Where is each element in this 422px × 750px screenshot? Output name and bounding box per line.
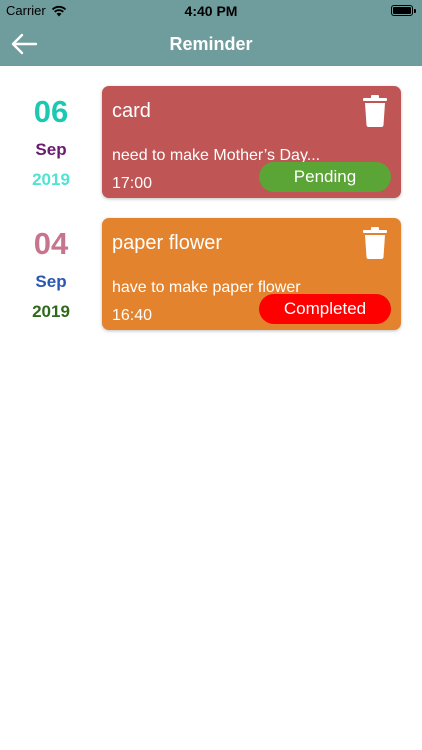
- reminder-title: card: [112, 100, 151, 122]
- status-badge[interactable]: Pending: [259, 162, 391, 192]
- reminder-row: 04 Sep 2019 paper flower have to make pa…: [0, 218, 422, 330]
- reminder-time: 17:00: [112, 175, 153, 192]
- battery-icon: [391, 5, 416, 16]
- reminder-title: paper flower: [112, 232, 223, 254]
- status-time: 4:40 PM: [184, 3, 238, 19]
- status-bar: Carrier 4:40 PM: [0, 0, 422, 22]
- reminder-time: 16:40: [112, 307, 153, 324]
- reminder-row: 06 Sep 2019 card need to make Mother’s D…: [0, 86, 422, 198]
- nav-bar: Reminder: [0, 22, 422, 66]
- date-year: 2019: [32, 170, 70, 189]
- page-title: Reminder: [169, 34, 253, 54]
- reminder-card[interactable]: card need to make Mother’s Day... 17:00 …: [102, 86, 401, 198]
- date-year: 2019: [32, 302, 70, 321]
- date-month: Sep: [35, 140, 67, 159]
- date-day: 06: [33, 94, 69, 129]
- date-day: 04: [33, 226, 69, 261]
- reminder-card[interactable]: paper flower have to make paper flower 1…: [102, 218, 401, 330]
- trash-icon[interactable]: [363, 95, 387, 127]
- date-month: Sep: [35, 272, 67, 291]
- status-badge[interactable]: Completed: [259, 294, 391, 324]
- trash-icon[interactable]: [363, 227, 387, 259]
